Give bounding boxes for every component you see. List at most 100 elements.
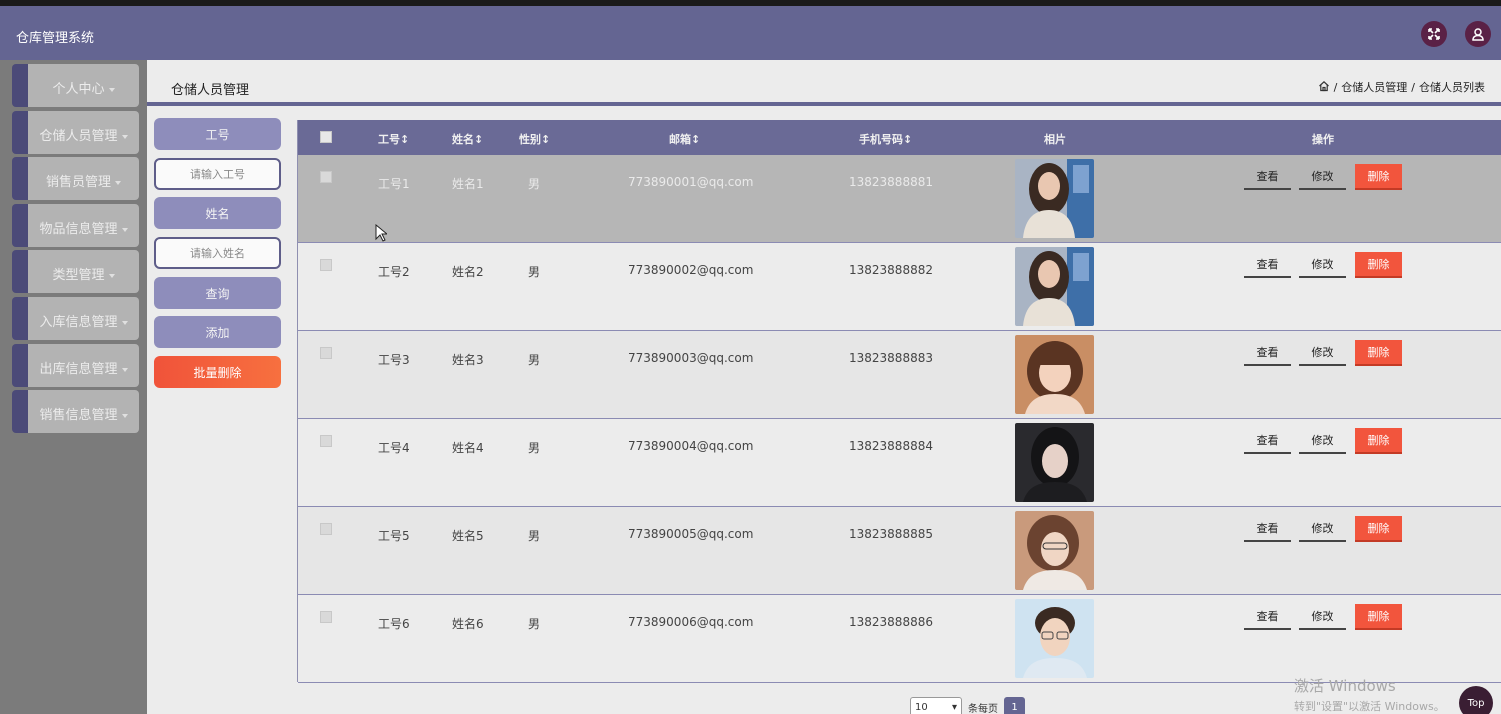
delete-button[interactable]: 删除	[1355, 604, 1402, 630]
delete-button[interactable]: 删除	[1355, 252, 1402, 278]
staff-photo	[1015, 599, 1094, 678]
sidebar-item-type[interactable]: 类型管理	[12, 250, 139, 293]
sidebar-item-outbound[interactable]: 出库信息管理	[12, 344, 139, 387]
sidebar-item-goods-info[interactable]: 物品信息管理	[12, 204, 139, 247]
staff-photo	[1015, 335, 1094, 414]
staff-photo	[1015, 247, 1094, 326]
batch-delete-button[interactable]: 批量删除	[154, 356, 281, 388]
windows-activation-watermark: 激活 Windows 转到"设置"以激活 Windows。	[1294, 677, 1445, 713]
breadcrumb-separator: /	[1333, 80, 1338, 94]
edit-button[interactable]: 修改	[1299, 516, 1346, 542]
cell-gender: 男	[528, 617, 541, 631]
pagination: 10 ▾ 条每页 1	[910, 697, 1025, 714]
chevron-down-icon	[121, 320, 128, 325]
cell-email: 773890003@qq.com	[628, 351, 754, 365]
breadcrumb: / 仓储人员管理 / 仓储人员列表	[1318, 79, 1485, 95]
column-header-id[interactable]: 工号↕	[378, 131, 409, 147]
cell-name: 姓名4	[452, 441, 484, 455]
chevron-down-icon	[115, 180, 121, 185]
delete-button[interactable]: 删除	[1355, 516, 1402, 542]
view-button[interactable]: 查看	[1244, 428, 1291, 454]
row-checkbox[interactable]	[320, 171, 332, 183]
add-button[interactable]: 添加	[154, 316, 281, 348]
page-size-select[interactable]: 10 ▾	[910, 697, 962, 714]
table-row[interactable]: 工号6 姓名6 男 773890006@qq.com 13823888886 查…	[298, 595, 1501, 683]
row-checkbox[interactable]	[320, 435, 332, 447]
query-button[interactable]: 查询	[154, 277, 281, 309]
fullscreen-icon[interactable]	[1421, 21, 1447, 47]
edit-button[interactable]: 修改	[1299, 428, 1346, 454]
column-header-photo: 相片	[1044, 133, 1066, 146]
cell-gender: 男	[528, 353, 541, 367]
cell-name: 姓名6	[452, 617, 484, 631]
sidebar-item-label: 物品信息管理	[39, 222, 118, 237]
staff-photo	[1015, 423, 1094, 502]
page-button[interactable]: 1	[1004, 697, 1025, 714]
delete-button[interactable]: 删除	[1355, 164, 1402, 190]
chevron-down-icon: ▾	[951, 701, 957, 713]
view-button[interactable]: 查看	[1244, 340, 1291, 366]
page-title: 仓储人员管理	[171, 83, 250, 98]
column-header-gender[interactable]: 性别↕	[519, 131, 550, 147]
sidebar-item-label: 销售员管理	[45, 175, 111, 190]
view-button[interactable]: 查看	[1244, 516, 1291, 542]
column-header-phone[interactable]: 手机号码↕	[859, 131, 912, 147]
column-header-email[interactable]: 邮箱↕	[669, 131, 700, 147]
table-row[interactable]: 工号4 姓名4 男 773890004@qq.com 13823888884 查…	[298, 419, 1501, 507]
sidebar-item-inbound[interactable]: 入库信息管理	[12, 297, 139, 340]
breadcrumb-separator: /	[1411, 80, 1415, 94]
back-to-top-button[interactable]: Top	[1459, 686, 1493, 714]
sidebar-item-sales-staff[interactable]: 销售员管理	[12, 157, 139, 200]
row-checkbox[interactable]	[320, 259, 332, 271]
id-search-input[interactable]: 请输入工号	[154, 158, 281, 190]
cell-gender: 男	[528, 441, 541, 455]
cell-phone: 13823888884	[849, 439, 933, 453]
row-checkbox[interactable]	[320, 347, 332, 359]
staff-photo	[1015, 511, 1094, 590]
row-checkbox[interactable]	[320, 523, 332, 535]
cell-gender: 男	[528, 265, 541, 279]
table-row[interactable]: 工号2 姓名2 男 773890002@qq.com 13823888882 查…	[298, 243, 1501, 331]
cell-email: 773890002@qq.com	[628, 263, 754, 277]
row-checkbox[interactable]	[320, 611, 332, 623]
header-bar: 仓储人员管理 / 仓储人员管理 / 仓储人员列表	[147, 60, 1501, 106]
sidebar-item-label: 销售信息管理	[39, 408, 118, 423]
delete-button[interactable]: 删除	[1355, 428, 1402, 454]
edit-button[interactable]: 修改	[1299, 252, 1346, 278]
per-page-label: 条每页	[968, 703, 998, 714]
cell-name: 姓名1	[452, 177, 484, 191]
cell-id: 工号4	[378, 441, 410, 455]
select-all-checkbox[interactable]	[320, 131, 332, 143]
chevron-down-icon	[108, 87, 115, 92]
id-label: 工号	[154, 118, 281, 150]
breadcrumb-item[interactable]: 仓储人员管理	[1341, 79, 1407, 95]
name-label: 姓名	[154, 197, 281, 229]
table-header: 工号↕ 姓名↕ 性别↕ 邮箱↕ 手机号码↕ 相片 操作	[298, 120, 1501, 155]
cell-name: 姓名2	[452, 265, 484, 279]
cell-name: 姓名5	[452, 529, 484, 543]
table-row[interactable]: 工号3 姓名3 男 773890003@qq.com 13823888883 查…	[298, 331, 1501, 419]
user-icon[interactable]	[1465, 21, 1491, 47]
view-button[interactable]: 查看	[1244, 252, 1291, 278]
name-search-input[interactable]: 请输入姓名	[154, 237, 281, 269]
table-row[interactable]: 工号1 姓名1 男 773890001@qq.com 13823888881 查…	[298, 155, 1501, 243]
edit-button[interactable]: 修改	[1299, 164, 1346, 190]
sidebar-item-sales-info[interactable]: 销售信息管理	[12, 390, 139, 433]
table-row[interactable]: 工号5 姓名5 男 773890005@qq.com 13823888885 查…	[298, 507, 1501, 595]
cell-email: 773890005@qq.com	[628, 527, 754, 541]
top-bar: 仓库管理系统	[0, 0, 1501, 60]
view-button[interactable]: 查看	[1244, 164, 1291, 190]
sidebar-item-label: 出库信息管理	[39, 362, 118, 377]
edit-button[interactable]: 修改	[1299, 340, 1346, 366]
breadcrumb-item: 仓储人员列表	[1419, 81, 1485, 94]
delete-button[interactable]: 删除	[1355, 340, 1402, 366]
sidebar: 个人中心 仓储人员管理 销售员管理 物品信息管理 类型管理 入库信息管理 出库信…	[0, 60, 147, 714]
sidebar-item-storage-staff[interactable]: 仓储人员管理	[12, 111, 139, 154]
edit-button[interactable]: 修改	[1299, 604, 1346, 630]
cell-phone: 13823888886	[849, 615, 933, 629]
sidebar-item-personal-center[interactable]: 个人中心	[12, 64, 139, 107]
view-button[interactable]: 查看	[1244, 604, 1291, 630]
column-header-name[interactable]: 姓名↕	[452, 131, 483, 147]
home-icon[interactable]	[1318, 80, 1330, 95]
chevron-down-icon	[108, 273, 115, 278]
